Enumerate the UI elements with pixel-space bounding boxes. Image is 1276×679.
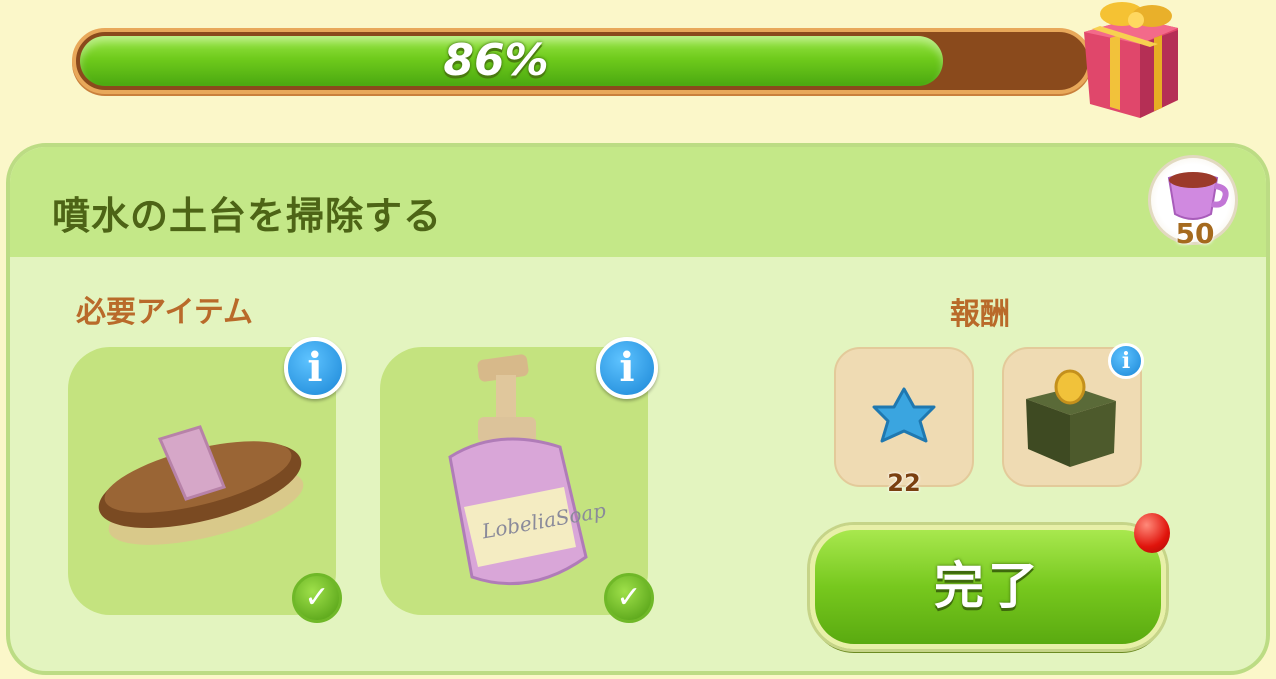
complete-button[interactable]: 完了: [810, 525, 1166, 649]
check-icon: ✓: [604, 573, 654, 623]
reward-star[interactable]: [834, 347, 974, 487]
task-title: 噴水の土台を掃除する: [52, 194, 443, 238]
gift-box-icon[interactable]: [1070, 0, 1200, 125]
notification-dot: [1134, 513, 1170, 553]
task-panel: 噴水の土台を掃除する 50 必要アイテム 報酬 i ✓ LobeliaSoap: [6, 143, 1270, 675]
cup-reward-count: 50: [1175, 217, 1215, 250]
progress-bar: 86%: [72, 28, 1092, 94]
star-icon: [872, 387, 936, 443]
check-icon: ✓: [292, 573, 342, 623]
info-button[interactable]: i: [596, 337, 658, 399]
progress-percent: 86%: [443, 35, 549, 86]
rewards-label: 報酬: [950, 297, 1010, 332]
info-button[interactable]: i: [284, 337, 346, 399]
star-count: 22: [887, 469, 921, 497]
required-items-label: 必要アイテム: [76, 295, 253, 330]
info-button[interactable]: i: [1108, 343, 1144, 379]
